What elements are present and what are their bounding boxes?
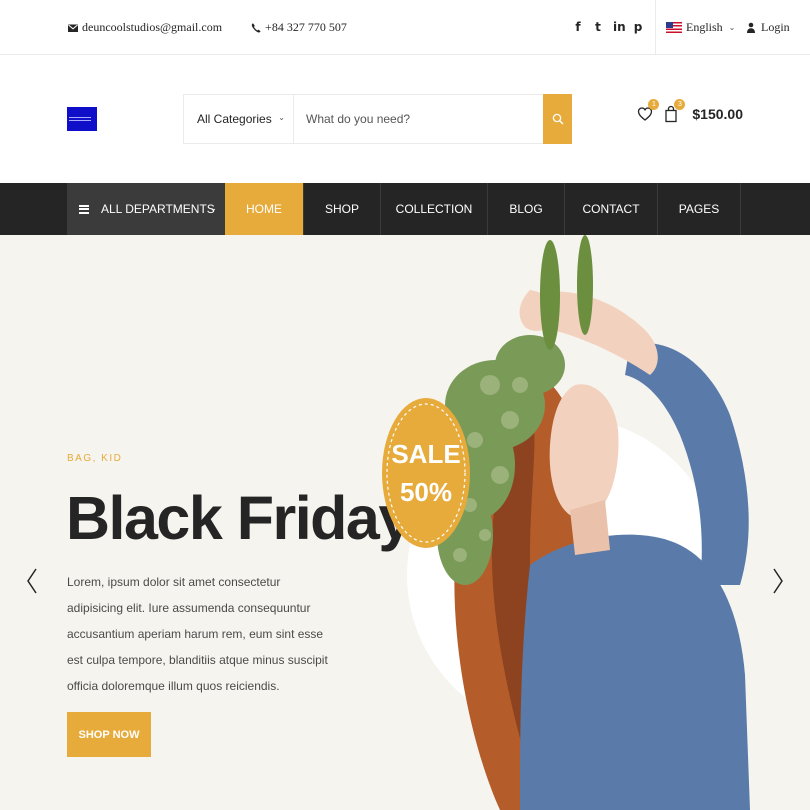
search-bar: All Categories ⌄ (183, 94, 572, 144)
sale-text: SALE 50% (382, 435, 470, 511)
login-link[interactable]: Login (742, 0, 810, 54)
main-nav: ALL DEPARTMENTS ⌄ HOME SHOP COLLECTION B… (0, 183, 810, 235)
category-select[interactable]: All Categories ⌄ (184, 95, 294, 143)
login-label: Login (761, 19, 790, 34)
search-input[interactable] (294, 95, 543, 143)
wishlist-button[interactable]: 1 (637, 99, 660, 123)
nav-item-home[interactable]: HOME (225, 183, 304, 235)
email-item[interactable]: deuncoolstudios@gmail.com (67, 20, 222, 35)
nav-item-contact[interactable]: CONTACT (565, 183, 658, 235)
user-icon (747, 22, 755, 33)
chevron-left-icon[interactable] (25, 567, 39, 595)
cart-button[interactable]: 3 (663, 99, 686, 123)
search-icon (552, 113, 563, 125)
hamburger-icon (79, 204, 89, 214)
facebook-icon[interactable]: f (573, 20, 583, 34)
us-flag-icon (666, 21, 682, 33)
hero-title: Black Friday (66, 484, 412, 552)
nav-item-collection[interactable]: COLLECTION (381, 183, 488, 235)
site-logo[interactable] (67, 107, 97, 131)
nav-item-blog[interactable]: BLOG (488, 183, 565, 235)
chevron-down-icon: ⌄ (728, 22, 736, 32)
language-label: English (686, 19, 723, 34)
social-links: f t in p (563, 0, 655, 54)
cart-count-badge: 3 (674, 99, 686, 110)
envelope-icon (68, 24, 78, 32)
hero-slider: BAG, KID Black Friday Lorem, ipsum dolor… (0, 235, 810, 810)
shop-now-button[interactable]: SHOP NOW (67, 712, 151, 757)
hero-eyebrow: BAG, KID (67, 453, 123, 464)
phone-icon (251, 23, 261, 33)
chevron-down-icon: ⌄ (278, 113, 285, 122)
search-button[interactable] (543, 94, 572, 144)
nav-item-pages[interactable]: PAGES (658, 183, 741, 235)
email-text: deuncoolstudios@gmail.com (82, 20, 223, 34)
top-right-group: f t in p English ⌄ Login (563, 0, 810, 54)
departments-label: ALL DEPARTMENTS (101, 202, 215, 216)
contact-info: deuncoolstudios@gmail.com +84 327 770 50… (67, 20, 347, 35)
pinterest-icon[interactable]: p (633, 20, 643, 34)
cart-total[interactable]: $150.00 (692, 106, 743, 122)
header-actions: 1 3 $150.00 (637, 99, 743, 123)
nav-item-shop[interactable]: SHOP (304, 183, 381, 235)
category-select-label: All Categories (197, 112, 272, 126)
chevron-right-icon[interactable] (771, 567, 785, 595)
top-bar: deuncoolstudios@gmail.com +84 327 770 50… (0, 0, 810, 55)
sale-percent: 50% (399, 477, 453, 507)
language-selector[interactable]: English ⌄ (655, 0, 742, 54)
phone-text: +84 327 770 507 (265, 20, 347, 34)
all-departments-dropdown[interactable]: ALL DEPARTMENTS ⌄ (67, 183, 225, 235)
sale-label: SALE (391, 439, 461, 469)
phone-item[interactable]: +84 327 770 507 (250, 20, 347, 35)
linkedin-icon[interactable]: in (613, 20, 626, 34)
main-header: All Categories ⌄ 1 3 $150.00 (0, 55, 810, 183)
wishlist-count-badge: 1 (648, 99, 660, 110)
hero-description: Lorem, ipsum dolor sit amet consectetur … (67, 575, 328, 693)
nav-menu: HOME SHOP COLLECTION BLOG CONTACT PAGES (225, 183, 741, 235)
chevron-down-icon: ⌄ (209, 203, 217, 213)
twitter-icon[interactable]: t (593, 20, 603, 34)
